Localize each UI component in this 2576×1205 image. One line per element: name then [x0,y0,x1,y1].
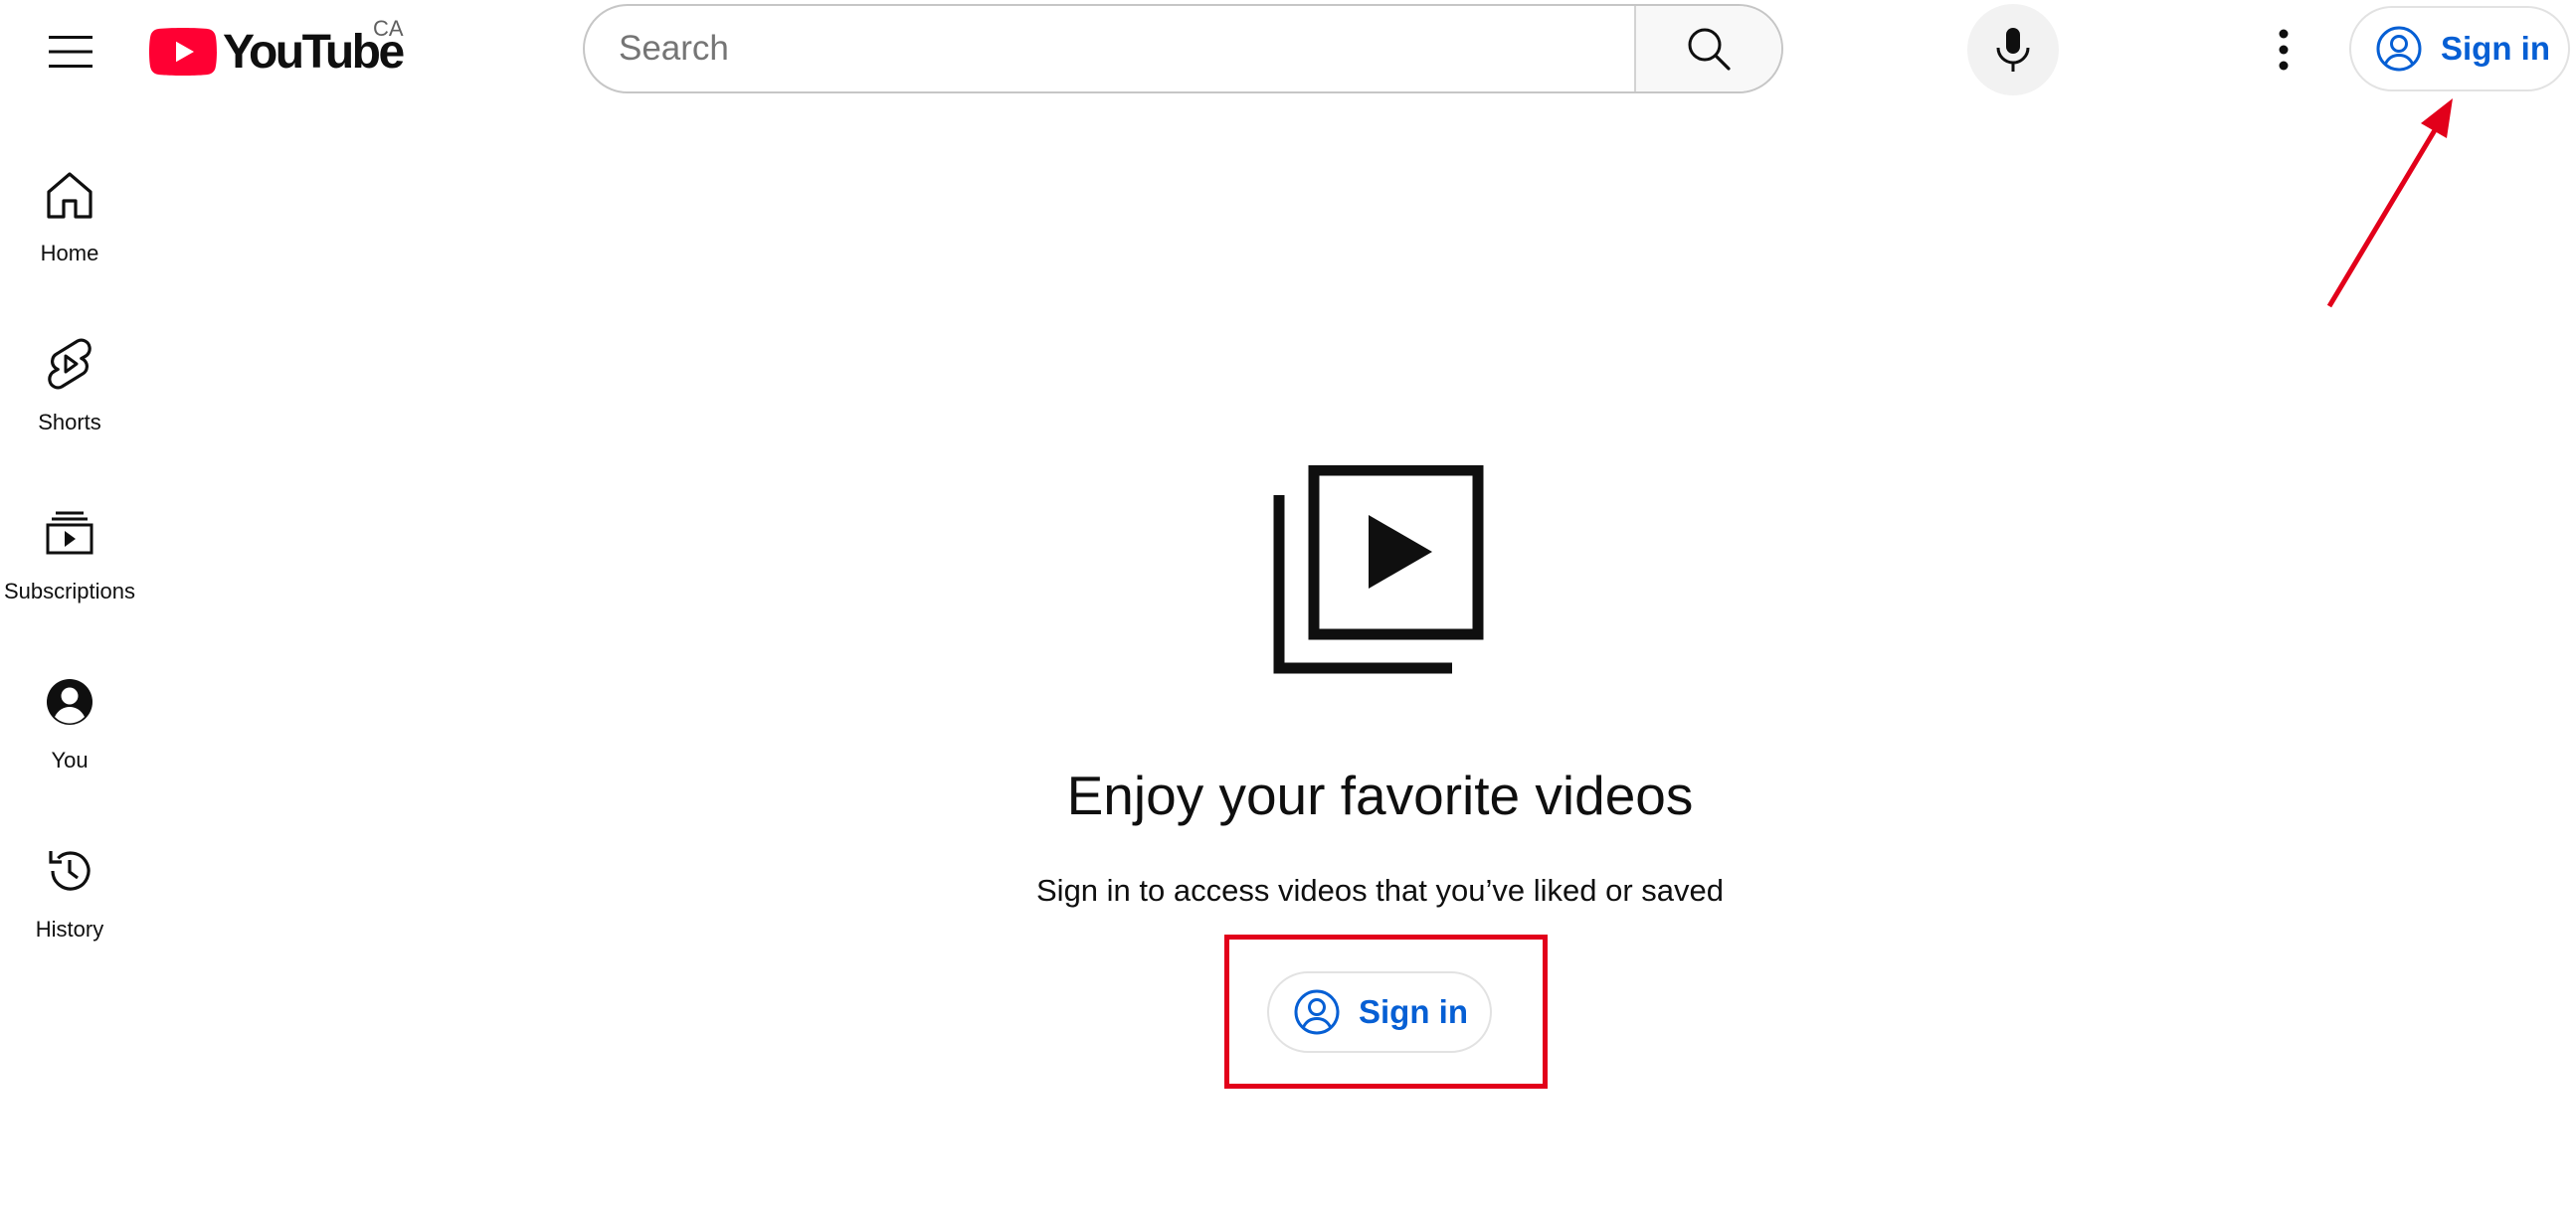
sidebar-item-subscriptions[interactable]: Subscriptions [0,489,139,638]
more-options-button[interactable] [2254,20,2313,80]
search-box [583,4,1783,93]
video-library-icon [1273,465,1484,674]
page-subtitle: Sign in to access videos that you’ve lik… [1036,873,1724,908]
sidebar-item-shorts[interactable]: Shorts [0,320,139,469]
voice-search-button[interactable] [1967,4,2059,95]
more-vertical-icon [2279,29,2289,71]
history-icon [40,841,99,901]
account-circle-icon [2376,26,2422,72]
sidebar-item-home[interactable]: Home [0,151,139,300]
sidebar-item-label: History [35,917,104,942]
sidebar-item-you[interactable]: You [0,658,139,807]
page-title: Enjoy your favorite videos [1066,765,1694,826]
youtube-play-logo-icon [149,28,217,76]
sidebar-item-history[interactable]: History [0,827,139,976]
youtube-page: YouTube CA Sig [0,0,2576,1205]
sidebar-item-label: Shorts [38,410,101,434]
microphone-icon [1996,28,2030,72]
sidebar-item-label: You [51,748,89,773]
subscriptions-icon [40,503,99,563]
hamburger-menu-icon [49,36,92,68]
menu-button[interactable] [36,22,105,82]
shorts-icon [40,334,99,394]
sidebar-item-label: Home [40,241,99,265]
signin-button-header[interactable]: Sign in [2349,6,2570,91]
home-icon [40,165,99,225]
annotation-highlight-box [1224,935,1548,1089]
search-input[interactable] [585,6,1634,91]
youtube-logo[interactable]: YouTube [149,22,405,82]
country-code: CA [373,16,404,41]
search-icon [1688,28,1731,71]
sidebar-item-label: Subscriptions [3,579,136,603]
search-button[interactable] [1634,6,1781,91]
signin-label: Sign in [2441,30,2550,67]
account-circle-icon [40,672,99,732]
